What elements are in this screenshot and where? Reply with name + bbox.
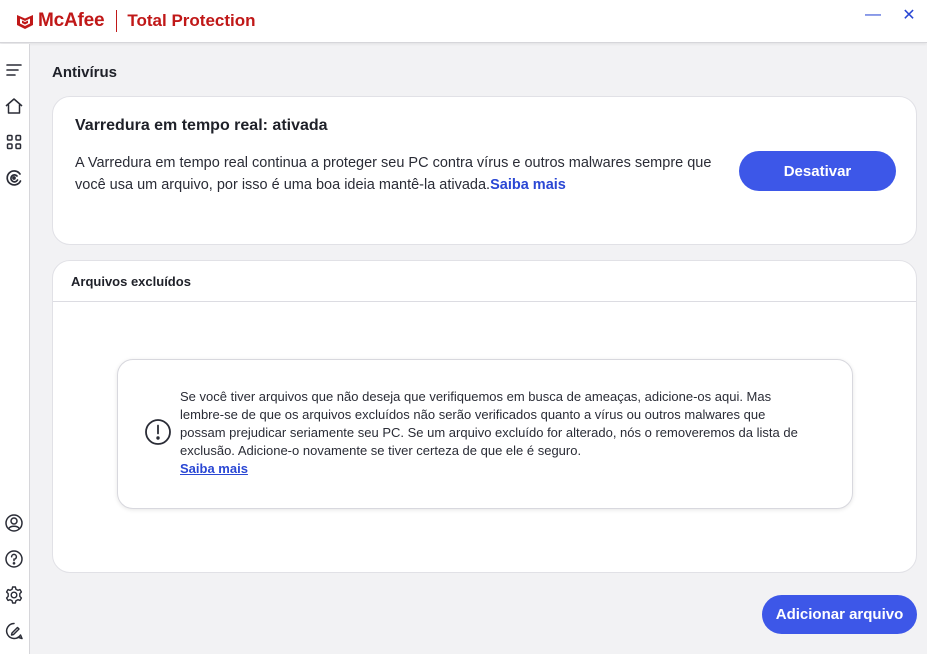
apps-grid-icon[interactable] xyxy=(0,128,28,156)
disable-button[interactable]: Desativar xyxy=(739,151,896,191)
brand-name: McAfee xyxy=(38,10,105,31)
help-icon[interactable] xyxy=(0,545,28,573)
title-bar: McAfee Total Protection — ✕ xyxy=(0,0,927,43)
excluded-info-text: Se você tiver arquivos que não deseja qu… xyxy=(180,388,810,478)
product-name: Total Protection xyxy=(127,11,256,30)
realtime-scan-card: Varredura em tempo real: ativada A Varre… xyxy=(52,96,917,245)
realtime-learn-more-link[interactable]: Saiba mais xyxy=(490,177,566,193)
window-controls: — ✕ xyxy=(855,0,927,30)
protection-icon[interactable] xyxy=(0,164,28,192)
main-content: Antivírus Varredura em tempo real: ativa… xyxy=(31,44,927,654)
realtime-scan-text: A Varredura em tempo real continua a pro… xyxy=(75,155,712,193)
excluded-info-box: Se você tiver arquivos que não deseja qu… xyxy=(117,359,853,509)
add-file-button[interactable]: Adicionar arquivo xyxy=(762,595,917,634)
feedback-icon[interactable] xyxy=(0,617,28,645)
brand: McAfee Total Protection xyxy=(16,10,256,32)
settings-icon[interactable] xyxy=(0,581,28,609)
excluded-info-body: Se você tiver arquivos que não deseja qu… xyxy=(180,389,798,458)
account-icon[interactable] xyxy=(0,509,28,537)
menu-icon[interactable] xyxy=(0,56,28,84)
excluded-files-header: Arquivos excluídos xyxy=(53,261,916,302)
brand-divider xyxy=(116,10,118,32)
excluded-learn-more-link[interactable]: Saiba mais xyxy=(180,461,248,476)
realtime-scan-description: A Varredura em tempo real continua a pro… xyxy=(75,152,715,196)
mcafee-shield-icon xyxy=(16,12,34,30)
minimize-button[interactable]: — xyxy=(855,0,891,30)
close-button[interactable]: ✕ xyxy=(891,0,927,30)
excluded-files-card: Arquivos excluídos Se você tiver arquivo… xyxy=(52,260,917,573)
page-title: Antivírus xyxy=(52,64,118,81)
sidebar xyxy=(0,44,30,654)
realtime-scan-title: Varredura em tempo real: ativada xyxy=(75,117,328,134)
home-icon[interactable] xyxy=(0,92,28,120)
exclamation-icon xyxy=(144,418,172,446)
